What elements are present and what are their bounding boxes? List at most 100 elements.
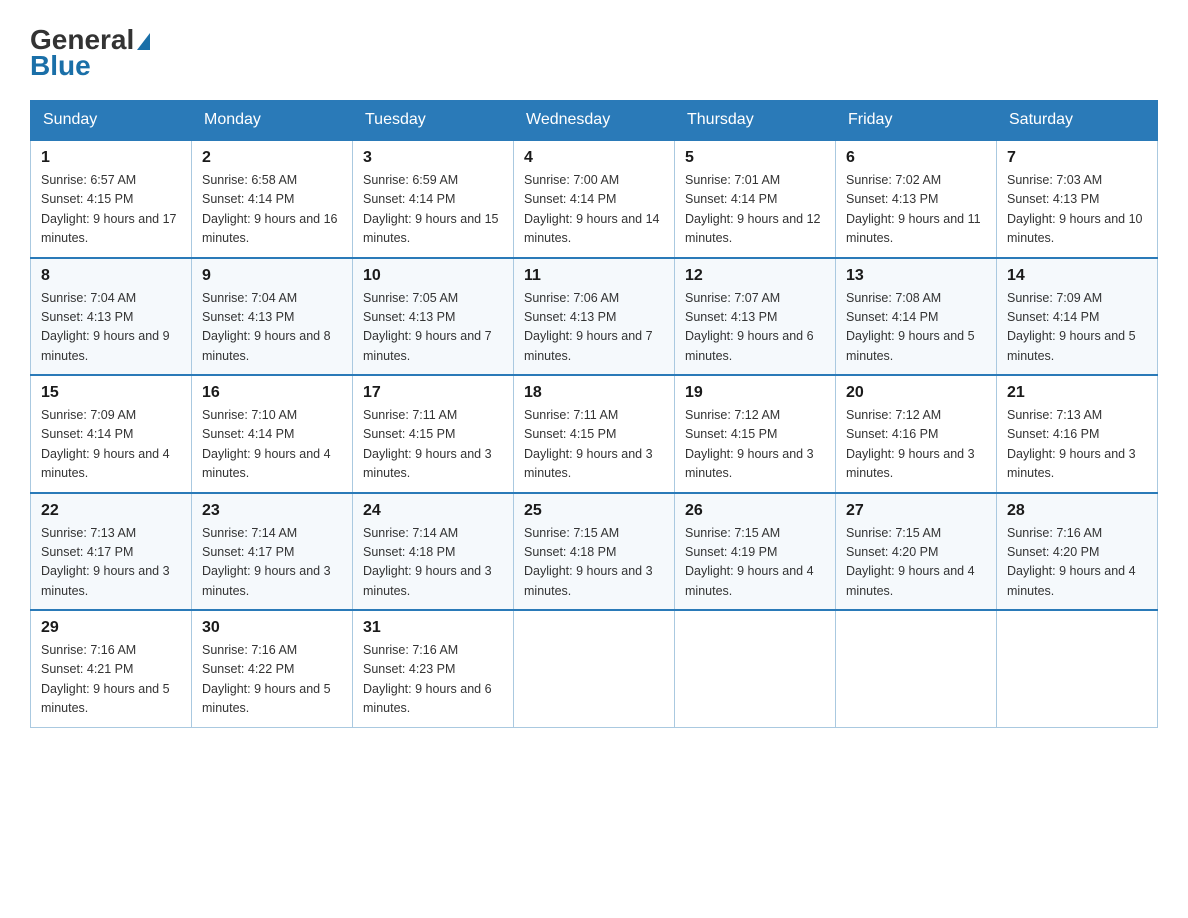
day-info: Sunrise: 7:01 AM Sunset: 4:14 PM Dayligh… bbox=[685, 171, 825, 249]
day-info: Sunrise: 7:14 AM Sunset: 4:17 PM Dayligh… bbox=[202, 524, 342, 602]
day-info: Sunrise: 6:59 AM Sunset: 4:14 PM Dayligh… bbox=[363, 171, 503, 249]
calendar-cell: 12 Sunrise: 7:07 AM Sunset: 4:13 PM Dayl… bbox=[675, 258, 836, 376]
day-info: Sunrise: 7:12 AM Sunset: 4:16 PM Dayligh… bbox=[846, 406, 986, 484]
day-number: 22 bbox=[41, 502, 181, 520]
day-info: Sunrise: 6:58 AM Sunset: 4:14 PM Dayligh… bbox=[202, 171, 342, 249]
day-info: Sunrise: 7:14 AM Sunset: 4:18 PM Dayligh… bbox=[363, 524, 503, 602]
day-number: 18 bbox=[524, 384, 664, 402]
day-info: Sunrise: 7:06 AM Sunset: 4:13 PM Dayligh… bbox=[524, 289, 664, 367]
day-number: 27 bbox=[846, 502, 986, 520]
header-saturday: Saturday bbox=[997, 101, 1158, 141]
day-info: Sunrise: 7:09 AM Sunset: 4:14 PM Dayligh… bbox=[41, 406, 181, 484]
day-number: 10 bbox=[363, 267, 503, 285]
calendar-cell: 14 Sunrise: 7:09 AM Sunset: 4:14 PM Dayl… bbox=[997, 258, 1158, 376]
day-number: 4 bbox=[524, 149, 664, 167]
day-number: 3 bbox=[363, 149, 503, 167]
day-number: 16 bbox=[202, 384, 342, 402]
day-number: 1 bbox=[41, 149, 181, 167]
calendar-cell bbox=[997, 610, 1158, 727]
day-number: 2 bbox=[202, 149, 342, 167]
day-info: Sunrise: 7:15 AM Sunset: 4:18 PM Dayligh… bbox=[524, 524, 664, 602]
day-number: 14 bbox=[1007, 267, 1147, 285]
header-tuesday: Tuesday bbox=[353, 101, 514, 141]
calendar-cell: 6 Sunrise: 7:02 AM Sunset: 4:13 PM Dayli… bbox=[836, 140, 997, 258]
calendar-cell: 27 Sunrise: 7:15 AM Sunset: 4:20 PM Dayl… bbox=[836, 493, 997, 611]
calendar-cell: 4 Sunrise: 7:00 AM Sunset: 4:14 PM Dayli… bbox=[514, 140, 675, 258]
weekday-header-row: Sunday Monday Tuesday Wednesday Thursday… bbox=[31, 101, 1158, 141]
week-row-4: 22 Sunrise: 7:13 AM Sunset: 4:17 PM Dayl… bbox=[31, 493, 1158, 611]
day-info: Sunrise: 7:13 AM Sunset: 4:16 PM Dayligh… bbox=[1007, 406, 1147, 484]
day-info: Sunrise: 7:03 AM Sunset: 4:13 PM Dayligh… bbox=[1007, 171, 1147, 249]
calendar-cell: 16 Sunrise: 7:10 AM Sunset: 4:14 PM Dayl… bbox=[192, 375, 353, 493]
day-number: 5 bbox=[685, 149, 825, 167]
calendar-cell: 21 Sunrise: 7:13 AM Sunset: 4:16 PM Dayl… bbox=[997, 375, 1158, 493]
day-info: Sunrise: 7:16 AM Sunset: 4:21 PM Dayligh… bbox=[41, 641, 181, 719]
calendar-cell: 29 Sunrise: 7:16 AM Sunset: 4:21 PM Dayl… bbox=[31, 610, 192, 727]
day-number: 26 bbox=[685, 502, 825, 520]
day-info: Sunrise: 7:05 AM Sunset: 4:13 PM Dayligh… bbox=[363, 289, 503, 367]
calendar-cell: 19 Sunrise: 7:12 AM Sunset: 4:15 PM Dayl… bbox=[675, 375, 836, 493]
day-number: 9 bbox=[202, 267, 342, 285]
calendar-cell: 28 Sunrise: 7:16 AM Sunset: 4:20 PM Dayl… bbox=[997, 493, 1158, 611]
day-info: Sunrise: 7:11 AM Sunset: 4:15 PM Dayligh… bbox=[363, 406, 503, 484]
day-info: Sunrise: 7:16 AM Sunset: 4:22 PM Dayligh… bbox=[202, 641, 342, 719]
day-number: 11 bbox=[524, 267, 664, 285]
day-info: Sunrise: 7:02 AM Sunset: 4:13 PM Dayligh… bbox=[846, 171, 986, 249]
day-info: Sunrise: 7:11 AM Sunset: 4:15 PM Dayligh… bbox=[524, 406, 664, 484]
calendar-cell: 26 Sunrise: 7:15 AM Sunset: 4:19 PM Dayl… bbox=[675, 493, 836, 611]
day-info: Sunrise: 7:12 AM Sunset: 4:15 PM Dayligh… bbox=[685, 406, 825, 484]
day-info: Sunrise: 7:04 AM Sunset: 4:13 PM Dayligh… bbox=[202, 289, 342, 367]
header-monday: Monday bbox=[192, 101, 353, 141]
calendar-cell: 15 Sunrise: 7:09 AM Sunset: 4:14 PM Dayl… bbox=[31, 375, 192, 493]
header-thursday: Thursday bbox=[675, 101, 836, 141]
day-info: Sunrise: 7:15 AM Sunset: 4:19 PM Dayligh… bbox=[685, 524, 825, 602]
calendar-cell: 22 Sunrise: 7:13 AM Sunset: 4:17 PM Dayl… bbox=[31, 493, 192, 611]
day-info: Sunrise: 7:09 AM Sunset: 4:14 PM Dayligh… bbox=[1007, 289, 1147, 367]
calendar-cell: 1 Sunrise: 6:57 AM Sunset: 4:15 PM Dayli… bbox=[31, 140, 192, 258]
calendar-cell: 25 Sunrise: 7:15 AM Sunset: 4:18 PM Dayl… bbox=[514, 493, 675, 611]
day-info: Sunrise: 7:15 AM Sunset: 4:20 PM Dayligh… bbox=[846, 524, 986, 602]
day-number: 12 bbox=[685, 267, 825, 285]
day-info: Sunrise: 7:07 AM Sunset: 4:13 PM Dayligh… bbox=[685, 289, 825, 367]
day-number: 25 bbox=[524, 502, 664, 520]
calendar-cell: 31 Sunrise: 7:16 AM Sunset: 4:23 PM Dayl… bbox=[353, 610, 514, 727]
day-number: 17 bbox=[363, 384, 503, 402]
day-number: 24 bbox=[363, 502, 503, 520]
day-number: 23 bbox=[202, 502, 342, 520]
day-number: 6 bbox=[846, 149, 986, 167]
day-info: Sunrise: 7:04 AM Sunset: 4:13 PM Dayligh… bbox=[41, 289, 181, 367]
logo-blue-text: Blue bbox=[30, 50, 91, 81]
day-info: Sunrise: 7:10 AM Sunset: 4:14 PM Dayligh… bbox=[202, 406, 342, 484]
header-friday: Friday bbox=[836, 101, 997, 141]
calendar-cell: 3 Sunrise: 6:59 AM Sunset: 4:14 PM Dayli… bbox=[353, 140, 514, 258]
header-sunday: Sunday bbox=[31, 101, 192, 141]
header-wednesday: Wednesday bbox=[514, 101, 675, 141]
day-info: Sunrise: 7:13 AM Sunset: 4:17 PM Dayligh… bbox=[41, 524, 181, 602]
day-number: 28 bbox=[1007, 502, 1147, 520]
logo-arrow-icon bbox=[137, 33, 150, 50]
day-number: 19 bbox=[685, 384, 825, 402]
week-row-1: 1 Sunrise: 6:57 AM Sunset: 4:15 PM Dayli… bbox=[31, 140, 1158, 258]
logo: General Blue bbox=[30, 24, 150, 82]
day-info: Sunrise: 7:16 AM Sunset: 4:23 PM Dayligh… bbox=[363, 641, 503, 719]
calendar-cell: 7 Sunrise: 7:03 AM Sunset: 4:13 PM Dayli… bbox=[997, 140, 1158, 258]
day-number: 29 bbox=[41, 619, 181, 637]
day-info: Sunrise: 6:57 AM Sunset: 4:15 PM Dayligh… bbox=[41, 171, 181, 249]
day-number: 30 bbox=[202, 619, 342, 637]
week-row-5: 29 Sunrise: 7:16 AM Sunset: 4:21 PM Dayl… bbox=[31, 610, 1158, 727]
calendar-cell: 2 Sunrise: 6:58 AM Sunset: 4:14 PM Dayli… bbox=[192, 140, 353, 258]
header: General Blue bbox=[30, 24, 1158, 82]
day-number: 7 bbox=[1007, 149, 1147, 167]
calendar-cell: 18 Sunrise: 7:11 AM Sunset: 4:15 PM Dayl… bbox=[514, 375, 675, 493]
calendar-cell: 9 Sunrise: 7:04 AM Sunset: 4:13 PM Dayli… bbox=[192, 258, 353, 376]
day-number: 31 bbox=[363, 619, 503, 637]
calendar-cell: 20 Sunrise: 7:12 AM Sunset: 4:16 PM Dayl… bbox=[836, 375, 997, 493]
calendar-cell: 30 Sunrise: 7:16 AM Sunset: 4:22 PM Dayl… bbox=[192, 610, 353, 727]
calendar-cell: 8 Sunrise: 7:04 AM Sunset: 4:13 PM Dayli… bbox=[31, 258, 192, 376]
calendar-cell bbox=[836, 610, 997, 727]
calendar-cell bbox=[675, 610, 836, 727]
day-number: 8 bbox=[41, 267, 181, 285]
day-info: Sunrise: 7:00 AM Sunset: 4:14 PM Dayligh… bbox=[524, 171, 664, 249]
day-number: 13 bbox=[846, 267, 986, 285]
calendar-cell: 13 Sunrise: 7:08 AM Sunset: 4:14 PM Dayl… bbox=[836, 258, 997, 376]
